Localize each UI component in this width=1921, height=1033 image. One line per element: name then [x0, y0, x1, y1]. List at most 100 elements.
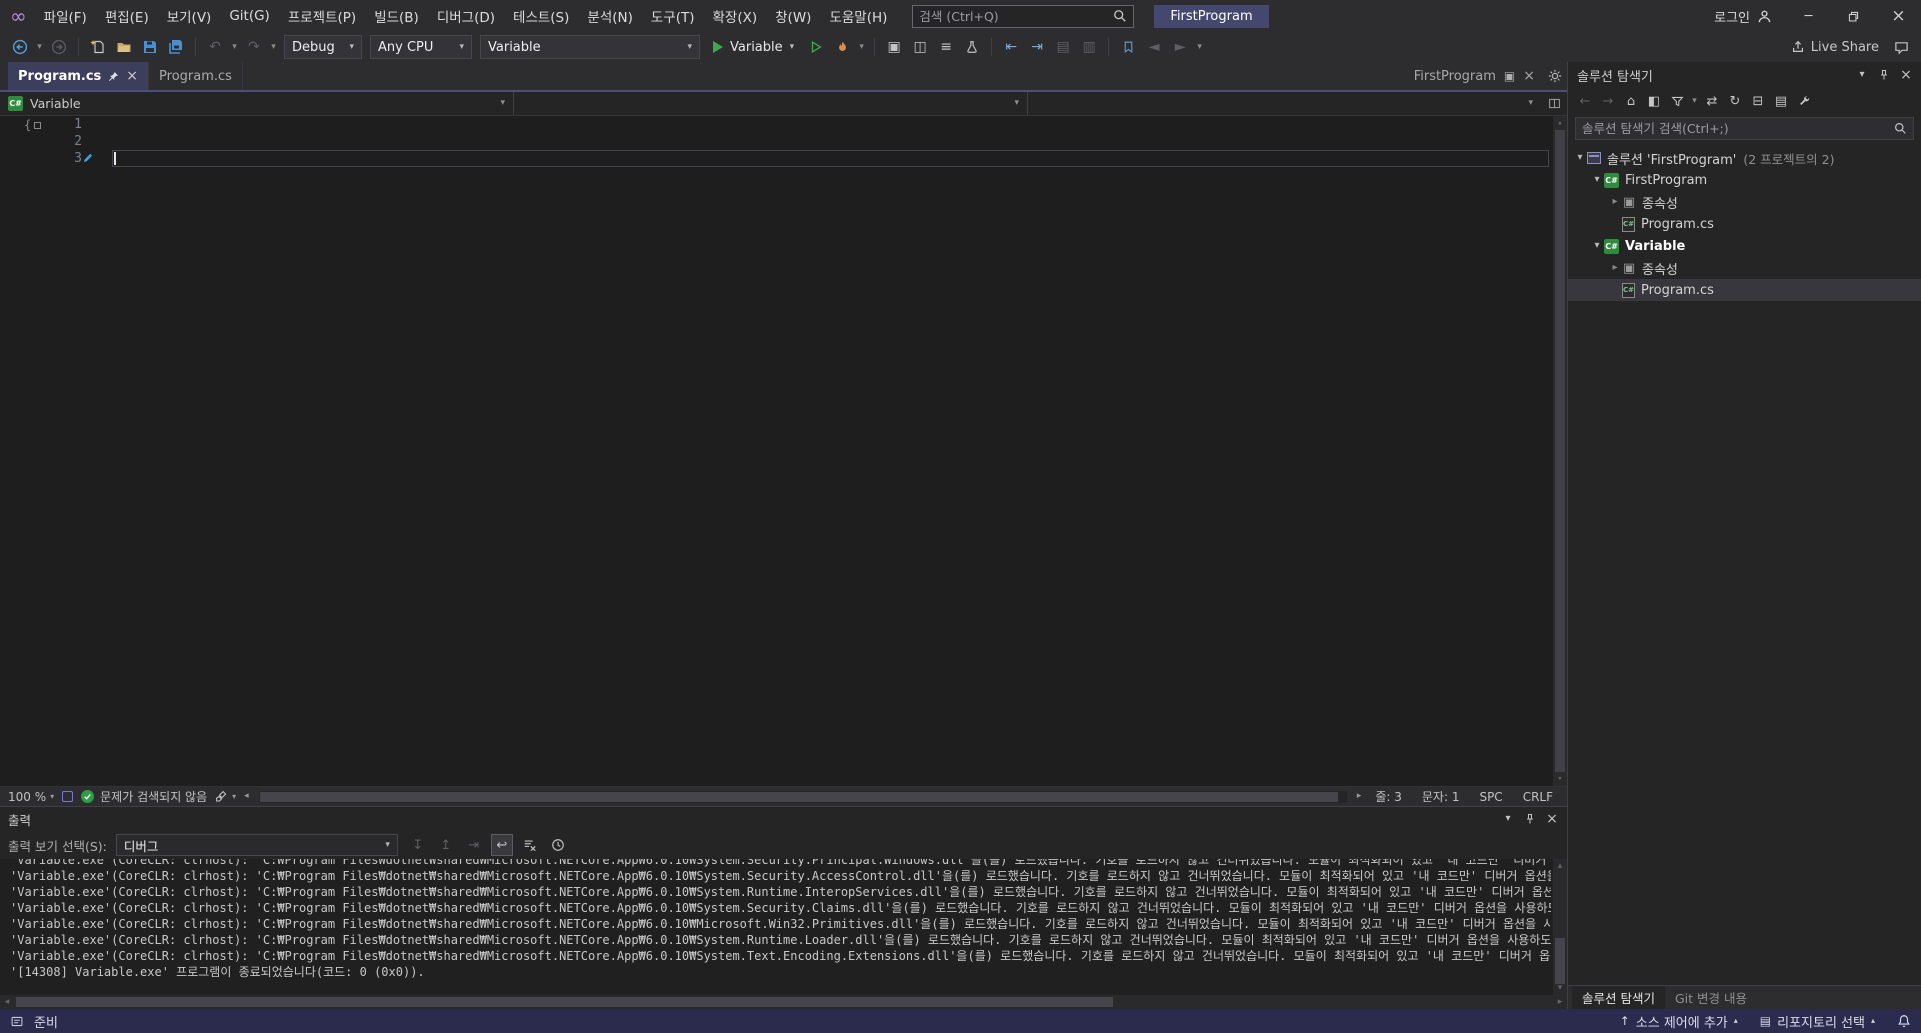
switch-views-icon[interactable]: ◧	[1643, 90, 1665, 112]
start-without-debugging-icon[interactable]	[804, 35, 828, 59]
undo-dropdown[interactable]: ▾	[229, 42, 240, 52]
navigate-forward-icon[interactable]	[47, 35, 71, 59]
toggle-bookmark-icon[interactable]	[1116, 35, 1140, 59]
undo-icon[interactable]: ↶	[203, 35, 227, 59]
code-cleanup-button[interactable]: ▾	[215, 790, 236, 803]
collapse-arrow-icon[interactable]: ▸	[1608, 263, 1622, 273]
pin-icon[interactable]	[1519, 809, 1541, 829]
hot-reload-dropdown[interactable]: ▾	[856, 42, 867, 52]
menu-file[interactable]: 파일(F)	[35, 0, 96, 32]
redo-dropdown[interactable]: ▾	[268, 42, 279, 52]
tree-item-project-firstprogram[interactable]: ▾ C# FirstProgram	[1568, 169, 1921, 191]
solution-explorer-search-box[interactable]	[1575, 117, 1914, 140]
new-file-icon[interactable]	[86, 35, 110, 59]
show-all-files-icon[interactable]: ▤	[1770, 90, 1792, 112]
home-icon[interactable]: ⌂	[1620, 90, 1642, 112]
tab-well-options-gear-icon[interactable]	[1543, 64, 1567, 88]
expand-arrow-icon[interactable]: ▾	[1590, 175, 1604, 185]
user-profile-icon[interactable]	[1757, 9, 1772, 24]
goto-next-message-icon[interactable]: ↧	[407, 834, 429, 856]
scroll-down-icon[interactable]: ▾	[1553, 981, 1567, 995]
tree-item-program-cs-2[interactable]: C# Program.cs	[1568, 279, 1921, 301]
se-forward-icon[interactable]: →	[1597, 90, 1619, 112]
split-editor-icon[interactable]	[1541, 92, 1567, 115]
tab-git-changes[interactable]: Git 변경 내용	[1665, 986, 1757, 1009]
refresh-icon[interactable]: ↻	[1724, 90, 1746, 112]
notifications-bell-icon[interactable]	[1897, 1014, 1911, 1028]
quick-search-input[interactable]	[919, 8, 1114, 24]
window-position-icon[interactable]: ▾	[1851, 64, 1873, 86]
restore-button[interactable]	[1831, 0, 1876, 32]
collapse-arrow-icon[interactable]: ▸	[1608, 197, 1622, 207]
comment-icon[interactable]: ▤	[1051, 35, 1075, 59]
pin-tab-icon[interactable]	[108, 71, 119, 82]
scroll-up-icon[interactable]: ▴	[1553, 116, 1567, 130]
sign-in-button[interactable]: 로그인	[1714, 7, 1772, 26]
properties-icon[interactable]	[1793, 90, 1815, 112]
search-icon[interactable]	[1894, 122, 1907, 135]
keep-open-icon[interactable]: ▣	[1504, 70, 1515, 82]
start-debugging-button[interactable]: Variable ▾	[705, 35, 802, 59]
pin-icon[interactable]	[1873, 64, 1895, 86]
close-icon[interactable]: ×	[1895, 64, 1917, 86]
se-back-icon[interactable]: ←	[1574, 90, 1596, 112]
indent-mode-indicator[interactable]: SPC	[1473, 790, 1508, 804]
editor-vertical-scrollbar[interactable]: ▴ ▾	[1553, 116, 1567, 786]
tab-solution-explorer[interactable]: 솔루션 탐색기	[1572, 986, 1665, 1009]
navigate-back-dropdown[interactable]: ▾	[34, 42, 45, 52]
tree-item-project-variable[interactable]: ▾ C# Variable	[1568, 235, 1921, 257]
scrollbar-thumb[interactable]	[1555, 937, 1565, 985]
code-editor[interactable]: { 1 2 3 ▴ ▾	[0, 116, 1567, 786]
scroll-down-icon[interactable]: ▾	[1553, 772, 1567, 786]
visual-studio-logo-icon[interactable]: ∞	[10, 6, 27, 26]
filter-dropdown[interactable]: ▾	[1689, 96, 1700, 106]
test-explorer-icon[interactable]	[960, 35, 984, 59]
save-all-icon[interactable]	[164, 35, 188, 59]
close-tab-icon[interactable]: ×	[126, 69, 138, 83]
document-health-icon[interactable]	[62, 791, 74, 802]
window-position-icon[interactable]: ▾	[1497, 809, 1519, 829]
quick-search-box[interactable]	[912, 4, 1135, 28]
output-view-dropdown[interactable]: 디버그 ▾	[115, 834, 398, 856]
feedback-icon[interactable]	[1889, 35, 1913, 59]
eol-indicator[interactable]: CRLF	[1517, 790, 1559, 804]
tree-item-solution[interactable]: ▾ 솔루션 'FirstProgram' (2 프로젝트의 2)	[1568, 147, 1921, 169]
next-bookmark-icon[interactable]: ►	[1168, 35, 1192, 59]
save-icon[interactable]	[138, 35, 162, 59]
live-share-button[interactable]: Live Share	[1791, 40, 1879, 55]
tree-item-dependencies-1[interactable]: ▸ ▣ 종속성	[1568, 191, 1921, 213]
goto-previous-message-icon[interactable]: ↥	[435, 834, 457, 856]
tab-program-cs-2[interactable]: Program.cs	[149, 62, 243, 90]
word-wrap-icon[interactable]: ↩	[490, 834, 513, 856]
scroll-left-icon[interactable]: ◂	[244, 792, 249, 801]
scroll-right-icon[interactable]: ▸	[1357, 792, 1362, 801]
indent-icon[interactable]: ⇥	[1025, 35, 1049, 59]
timestamp-icon[interactable]	[547, 834, 569, 856]
sync-with-active-document-icon[interactable]: ⇄	[1701, 90, 1723, 112]
scroll-left-icon[interactable]: ◂	[0, 997, 14, 1007]
output-vertical-scrollbar[interactable]: ▴ ▾	[1553, 859, 1567, 995]
close-preview-tab-icon[interactable]: ×	[1523, 69, 1535, 83]
editor-horizontal-scrollbar[interactable]	[258, 790, 1347, 803]
member-dropdown[interactable]: ▾	[1028, 92, 1541, 115]
scrollbar-thumb[interactable]	[259, 791, 1338, 802]
project-dropdown[interactable]: C# Variable ▾	[0, 92, 514, 115]
close-button[interactable]: ×	[1876, 0, 1921, 32]
solution-platform-dropdown[interactable]: Any CPU ▾	[370, 35, 472, 59]
package-icon[interactable]: ▣	[882, 35, 906, 59]
outdent-icon[interactable]: ⇤	[999, 35, 1023, 59]
collapse-all-icon[interactable]: ⊟	[1747, 90, 1769, 112]
select-repository-button[interactable]: ▤ 리포지토리 선택 ▴	[1760, 1012, 1875, 1031]
tree-item-dependencies-2[interactable]: ▸ ▣ 종속성	[1568, 257, 1921, 279]
menu-project[interactable]: 프로젝트(P)	[279, 0, 365, 32]
menu-help[interactable]: 도움말(H)	[820, 0, 896, 32]
hot-reload-icon[interactable]	[830, 35, 854, 59]
scroll-right-icon[interactable]: ▸	[1553, 997, 1567, 1007]
filter-icon[interactable]	[1666, 90, 1688, 112]
navigate-back-icon[interactable]	[8, 35, 32, 59]
menu-view[interactable]: 보기(V)	[158, 0, 221, 32]
expand-arrow-icon[interactable]: ▾	[1573, 153, 1587, 163]
scrollbar-thumb[interactable]	[16, 997, 1113, 1007]
close-icon[interactable]: ×	[1541, 809, 1563, 829]
uncomment-icon[interactable]: ▥	[1077, 35, 1101, 59]
